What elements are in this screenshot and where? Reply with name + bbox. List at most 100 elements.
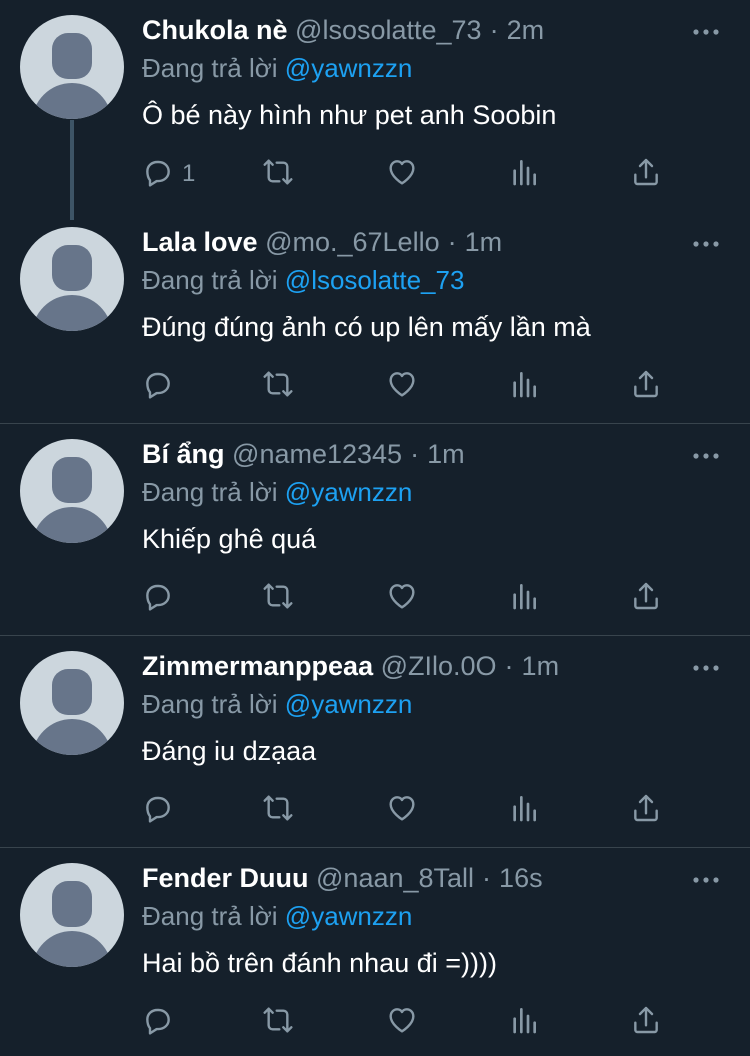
- replying-to-handle[interactable]: @yawnzzn: [285, 53, 413, 83]
- tweet-actions: [142, 792, 662, 832]
- timestamp[interactable]: 2m: [507, 15, 545, 45]
- share-button[interactable]: [630, 368, 662, 404]
- like-icon: [386, 1004, 418, 1041]
- user-handle[interactable]: @naan_8Tall: [316, 863, 474, 893]
- replying-to: Đang trả lời @lsosolatte_73: [142, 264, 464, 296]
- timestamp[interactable]: 1m: [465, 227, 503, 257]
- tweet-text: Đúng đúng ảnh có up lên mấy lần mà: [142, 312, 591, 342]
- share-button[interactable]: [630, 1004, 662, 1040]
- like-button[interactable]: [386, 156, 418, 192]
- user-handle[interactable]: @ZIlo.0O: [381, 651, 497, 681]
- separator-dot: ·: [447, 227, 457, 257]
- analytics-icon: [508, 792, 540, 829]
- replying-to: Đang trả lời @yawnzzn: [142, 900, 412, 932]
- reply-button[interactable]: [142, 580, 182, 616]
- timestamp[interactable]: 1m: [522, 651, 560, 681]
- replying-to-handle[interactable]: @yawnzzn: [285, 689, 413, 719]
- user-handle[interactable]: @name12345: [232, 439, 402, 469]
- share-icon: [630, 156, 662, 193]
- more-icon: [693, 29, 719, 35]
- more-button[interactable]: [692, 448, 720, 459]
- retweet-button[interactable]: [262, 1004, 294, 1040]
- share-icon: [630, 368, 662, 405]
- replying-to: Đang trả lời @yawnzzn: [142, 52, 412, 84]
- retweet-icon: [262, 1004, 294, 1041]
- retweet-icon: [262, 792, 294, 829]
- analytics-button[interactable]: [508, 156, 540, 192]
- replying-to-handle[interactable]: @lsosolatte_73: [285, 265, 465, 295]
- tweet-text: Ô bé này hình như pet anh Soobin: [142, 100, 557, 130]
- tweet-header: Bí ẩng @name12345 · 1m: [142, 438, 465, 470]
- reply-icon: [142, 580, 174, 617]
- replying-to-label: Đang trả lời: [142, 901, 278, 931]
- reply-button[interactable]: [142, 792, 182, 828]
- tweet[interactable]: Lala love @mo._67Lello · 1m Đang trả lời @l…: [0, 212, 750, 424]
- avatar[interactable]: [20, 227, 124, 331]
- retweet-button[interactable]: [262, 368, 294, 404]
- tweet-actions: [142, 1004, 662, 1044]
- avatar[interactable]: [20, 863, 124, 967]
- replying-to-label: Đang trả lời: [142, 477, 278, 507]
- user-handle[interactable]: @lsosolatte_73: [295, 15, 482, 45]
- retweet-button[interactable]: [262, 156, 294, 192]
- tweet-header: Chukola nè @lsosolatte_73 · 2m: [142, 14, 544, 46]
- analytics-button[interactable]: [508, 792, 540, 828]
- replying-to-handle[interactable]: @yawnzzn: [285, 477, 413, 507]
- display-name[interactable]: Fender Duuu: [142, 863, 309, 893]
- more-button[interactable]: [692, 872, 720, 883]
- replying-to-handle[interactable]: @yawnzzn: [285, 901, 413, 931]
- retweet-icon: [262, 368, 294, 405]
- retweet-icon: [262, 156, 294, 193]
- analytics-button[interactable]: [508, 1004, 540, 1040]
- tweet[interactable]: Bí ẩng @name12345 · 1m Đang trả lời @yawnzz…: [0, 424, 750, 636]
- tweet[interactable]: Chukola nè @lsosolatte_73 · 2m Đang trả lời…: [0, 0, 750, 220]
- timestamp[interactable]: 16s: [499, 863, 543, 893]
- more-icon: [693, 453, 719, 459]
- tweet-header: Fender Duuu @naan_8Tall · 16s: [142, 862, 543, 894]
- display-name[interactable]: Chukola nè: [142, 15, 288, 45]
- reply-button[interactable]: [142, 1004, 182, 1040]
- analytics-button[interactable]: [508, 580, 540, 616]
- replying-to: Đang trả lời @yawnzzn: [142, 688, 412, 720]
- tweet[interactable]: Zimmermanppeaa @ZIlo.0O · 1m Đang trả lời @…: [0, 636, 750, 848]
- reply-button[interactable]: [142, 368, 182, 404]
- display-name[interactable]: Lala love: [142, 227, 258, 257]
- timestamp[interactable]: 1m: [427, 439, 465, 469]
- like-button[interactable]: [386, 368, 418, 404]
- tweet-text: Đáng iu dzạaa: [142, 736, 317, 766]
- share-button[interactable]: [630, 156, 662, 192]
- analytics-icon: [508, 156, 540, 193]
- tweet-header: Lala love @mo._67Lello · 1m: [142, 226, 502, 258]
- display-name[interactable]: Bí ẩng: [142, 439, 225, 469]
- tweet-actions: 1: [142, 156, 662, 196]
- share-button[interactable]: [630, 792, 662, 828]
- reply-feed: Chukola nè @lsosolatte_73 · 2m Đang trả lời…: [0, 0, 750, 1056]
- share-icon: [630, 580, 662, 617]
- more-button[interactable]: [692, 660, 720, 671]
- tweet-header: Zimmermanppeaa @ZIlo.0O · 1m: [142, 650, 559, 682]
- separator-dot: ·: [410, 439, 420, 469]
- more-button[interactable]: [692, 236, 720, 247]
- like-button[interactable]: [386, 580, 418, 616]
- separator-dot: ·: [489, 15, 499, 45]
- avatar[interactable]: [20, 15, 124, 119]
- avatar[interactable]: [20, 439, 124, 543]
- analytics-icon: [508, 368, 540, 405]
- user-handle[interactable]: @mo._67Lello: [265, 227, 440, 257]
- retweet-button[interactable]: [262, 792, 294, 828]
- like-button[interactable]: [386, 792, 418, 828]
- reply-button[interactable]: 1: [142, 156, 195, 192]
- avatar[interactable]: [20, 651, 124, 755]
- more-button[interactable]: [692, 24, 720, 35]
- reply-icon: [142, 792, 174, 829]
- tweet[interactable]: Fender Duuu @naan_8Tall · 16s Đang trả lời …: [0, 848, 750, 1056]
- share-button[interactable]: [630, 580, 662, 616]
- like-icon: [386, 368, 418, 405]
- separator-dot: ·: [504, 651, 514, 681]
- like-button[interactable]: [386, 1004, 418, 1040]
- reply-icon: [142, 368, 174, 405]
- retweet-button[interactable]: [262, 580, 294, 616]
- display-name[interactable]: Zimmermanppeaa: [142, 651, 373, 681]
- analytics-button[interactable]: [508, 368, 540, 404]
- like-icon: [386, 792, 418, 829]
